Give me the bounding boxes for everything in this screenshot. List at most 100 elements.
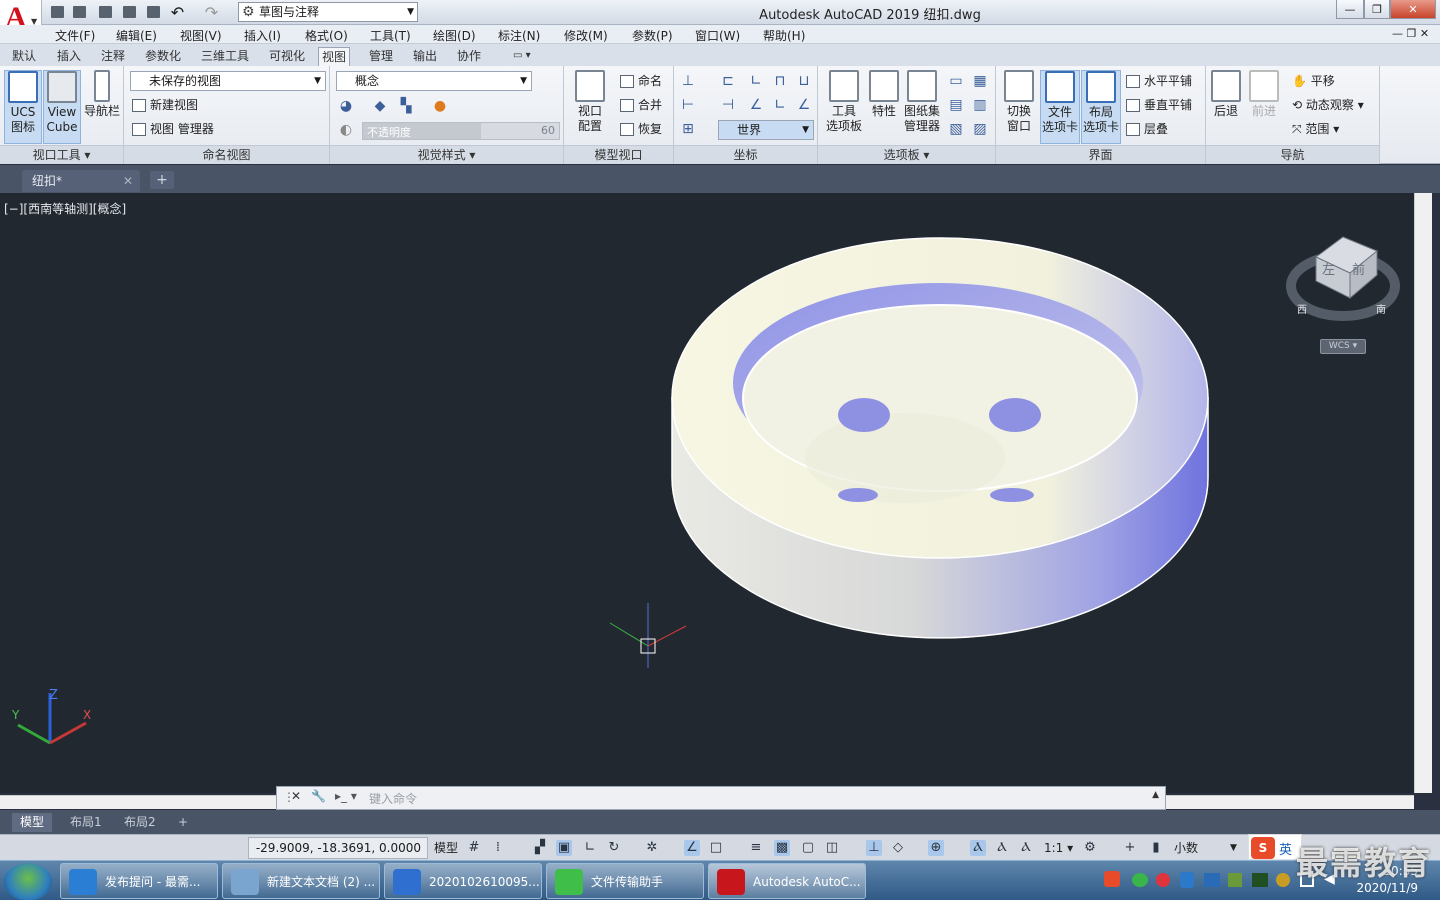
tab-annotate[interactable]: 注释 — [98, 47, 128, 66]
compass-south-label[interactable]: 南 — [1376, 301, 1386, 316]
polar-icon[interactable]: ↻ — [606, 840, 622, 856]
opacity-slider[interactable]: 不透明度 60 — [362, 122, 560, 140]
infer-icon[interactable]: ▞ — [532, 840, 548, 856]
menu-parametric[interactable]: 参数(P) — [632, 27, 673, 44]
file-tab[interactable]: 纽扣* ✕ — [22, 170, 140, 192]
join-viewport-button[interactable]: 合并 — [620, 95, 662, 115]
viewcube-button[interactable]: View Cube — [43, 70, 81, 144]
doc-window-controls[interactable]: — ❐ ✕ — [1392, 27, 1429, 40]
workspace-gear-icon[interactable]: ⚙ — [1082, 840, 1098, 856]
close-button[interactable]: ✕ — [1390, 0, 1436, 19]
switch-window-button[interactable]: 切换 窗口 — [998, 70, 1040, 134]
undo-icon[interactable]: ↶ — [168, 3, 187, 22]
taskbar-item-notepad[interactable]: 新建文本文档 (2) ... — [222, 863, 380, 899]
ortho-icon[interactable]: ∟ — [582, 840, 598, 856]
menu-dimension[interactable]: 标注(N) — [498, 27, 540, 44]
menu-tools[interactable]: 工具(T) — [370, 27, 411, 44]
customize-icon[interactable]: 🔧 — [311, 789, 326, 803]
orbit-button[interactable]: ⟲ 动态观察 ▾ — [1292, 95, 1364, 115]
ucs-face-icon[interactable]: ∟ — [770, 95, 790, 115]
grid-icon[interactable]: # — [466, 840, 482, 856]
edge-style-icon[interactable]: ◕ — [336, 96, 356, 116]
menu-view[interactable]: 视图(V) — [180, 27, 222, 44]
taskbar-item-word[interactable]: 2020102610095... — [384, 863, 542, 899]
redo-icon[interactable]: ↷ — [202, 3, 221, 22]
command-input[interactable]: 键入命令 — [369, 790, 417, 807]
tab-visualize[interactable]: 可视化 — [266, 47, 308, 66]
selection-cycling-icon[interactable]: ▢ — [800, 840, 816, 856]
panel-title[interactable]: 视口工具 ▾ — [0, 145, 123, 164]
save-as-icon[interactable] — [120, 3, 139, 21]
tile-vertical-button[interactable]: 垂直平铺 — [1126, 95, 1192, 115]
compass-west-label[interactable]: 西 — [1297, 301, 1307, 316]
tab-layout2[interactable]: 布局2 — [116, 813, 164, 832]
back-button[interactable]: 后退 — [1208, 70, 1244, 119]
panel-title[interactable]: 视觉样式 ▾ — [330, 145, 563, 164]
ucs-view-icon[interactable]: ⊔ — [794, 71, 814, 91]
close-icon[interactable]: ✕ — [291, 789, 301, 803]
viewcube-front-label[interactable]: 前 — [1352, 259, 1365, 278]
ucs-world-combo[interactable]: 世界 ▼ — [718, 120, 814, 140]
3d-osnap-icon[interactable]: ◫ — [824, 840, 840, 856]
tab-default[interactable]: 默认 — [9, 47, 39, 66]
properties-button[interactable]: 特性 — [866, 70, 902, 119]
viewport-config-button[interactable]: 视口 配置 — [568, 70, 612, 134]
menu-help[interactable]: 帮助(H) — [763, 27, 805, 44]
cascade-button[interactable]: 层叠 — [1126, 119, 1168, 139]
calculator-icon[interactable]: ▥ — [970, 95, 990, 115]
ucs-icon-button[interactable]: UCS 图标 — [4, 70, 42, 144]
named-viewport-button[interactable]: 命名 — [620, 71, 662, 91]
add-layout-button[interactable]: + — [170, 813, 196, 832]
ucs-x-icon[interactable]: ⊏ — [718, 71, 738, 91]
annotation-monitor-icon[interactable]: + — [1122, 840, 1138, 856]
open-file-icon[interactable] — [70, 3, 89, 21]
markup-icon[interactable]: ▧ — [946, 119, 966, 139]
layout-tabs-button[interactable]: 布局 选项卡 — [1081, 70, 1121, 144]
ucs-icon-small[interactable]: ⊞ — [678, 119, 698, 139]
tile-horizontal-button[interactable]: 水平平铺 — [1126, 71, 1192, 91]
selection-filter-icon[interactable]: ◇ — [890, 840, 906, 856]
tab-3d-tools[interactable]: 三维工具 — [198, 47, 252, 66]
shadow-icon[interactable]: ◆ — [370, 96, 390, 116]
recent-commands-icon[interactable]: ▸_ ▾ — [335, 789, 357, 803]
named-view-combo[interactable]: 未保存的视图 ▼ — [130, 71, 326, 91]
gizmo-icon[interactable]: ⊕ — [928, 840, 944, 856]
menu-edit[interactable]: 编辑(E) — [116, 27, 157, 44]
tab-view[interactable]: 视图 — [318, 47, 351, 66]
viewcube-left-label[interactable]: 左 — [1322, 259, 1335, 278]
wcs-menu-button[interactable]: WCS ▾ — [1320, 339, 1366, 354]
file-tabs-button[interactable]: 文件 选项卡 — [1040, 70, 1080, 144]
restore-viewport-button[interactable]: 恢复 — [620, 119, 662, 139]
coordinate-readout[interactable]: -29.9009, -18.3691, 0.0000 — [248, 837, 428, 859]
units-icon[interactable]: ▮ — [1148, 840, 1164, 856]
workspace-dropdown[interactable]: ⚙ 草图与注释 ▼ — [238, 2, 418, 22]
material-icon[interactable]: ● — [430, 96, 450, 116]
command-line[interactable]: ⋮ ✕ 🔧 ▸_ ▾ 键入命令 ▲ — [276, 786, 1166, 810]
snap-icon[interactable]: ⁞ — [490, 840, 506, 856]
design-center-icon[interactable]: ▦ — [970, 71, 990, 91]
visual-style-combo[interactable]: 概念 ▼ — [336, 71, 532, 91]
menu-file[interactable]: 文件(F) — [55, 27, 95, 44]
ribbon-minimize-icon[interactable]: ▭ ▾ — [510, 47, 534, 66]
tool-palettes-button[interactable]: 工具 选项板 — [822, 70, 866, 134]
model-space-button[interactable]: 模型 — [434, 838, 458, 858]
annotation-scale-value[interactable]: 1:1 ▾ — [1044, 838, 1073, 858]
tab-insert[interactable]: 插入 — [54, 47, 84, 66]
maximize-button[interactable]: ❐ — [1364, 0, 1390, 19]
history-toggle-icon[interactable]: ▲ — [1152, 790, 1159, 800]
weibo-tray-icon[interactable] — [1156, 873, 1170, 887]
lighting-icon[interactable]: ▚ — [396, 96, 416, 116]
transparency-icon[interactable]: ▩ — [774, 840, 790, 856]
ucs-named-icon[interactable]: ⊢ — [678, 95, 698, 115]
object-snap-icon[interactable]: □ — [708, 840, 724, 856]
wechat-tray-icon[interactable] — [1132, 873, 1148, 887]
annotation-scale-icon[interactable]: Ⲁ — [1018, 840, 1034, 856]
vertical-scrollbar[interactable] — [1414, 193, 1432, 793]
tab-model[interactable]: 模型 — [12, 813, 53, 832]
save-icon[interactable] — [96, 3, 115, 21]
command-line-icon[interactable]: ▭ — [946, 71, 966, 91]
menu-insert[interactable]: 插入(I) — [244, 27, 281, 44]
taskbar-item-autocad[interactable]: Autodesk AutoC... — [708, 863, 866, 899]
extents-button[interactable]: ⤧ 范围 ▾ — [1292, 119, 1339, 139]
panel-title[interactable]: 选项板 ▾ — [818, 145, 995, 164]
